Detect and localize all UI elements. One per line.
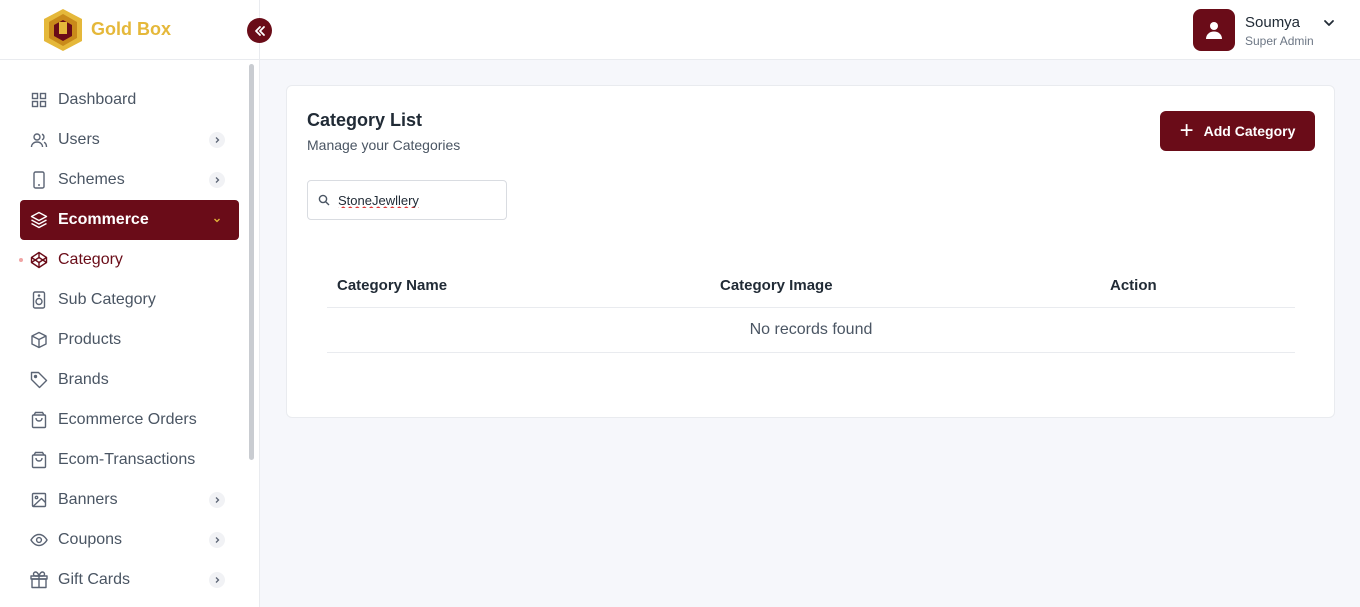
chevron-right-icon xyxy=(209,492,225,508)
speaker-icon xyxy=(30,291,48,309)
sidebar-item-schemes[interactable]: Schemes xyxy=(20,160,239,200)
image-icon xyxy=(30,491,48,509)
active-indicator-dot xyxy=(19,258,23,262)
table-header: Category Name Category Image Action xyxy=(327,266,1295,308)
sidebar: Gold Box Dashboard Users Schemes Ecommer… xyxy=(0,0,272,607)
plus-icon: + xyxy=(1179,117,1194,144)
sidebar-item-gift-cards[interactable]: Gift Cards xyxy=(20,560,239,600)
chevron-down-icon xyxy=(209,212,225,228)
gift-icon xyxy=(30,571,48,589)
search-box xyxy=(307,180,507,220)
sidebar-item-sub-category[interactable]: Sub Category xyxy=(20,280,239,320)
category-table: Category Name Category Image Action No r… xyxy=(327,266,1295,353)
sidebar-item-label: Sub Category xyxy=(58,291,156,308)
sidebar-item-products[interactable]: Products xyxy=(20,320,239,360)
column-header-category-name[interactable]: Category Name xyxy=(337,277,447,294)
chevron-right-icon xyxy=(209,172,225,188)
top-header: Soumya Super Admin xyxy=(260,0,1360,60)
sidebar-item-label: Gift Cards xyxy=(58,571,131,588)
sidebar-item-label: Ecommerce xyxy=(58,211,149,228)
sidebar-item-label: Ecom-Transactions xyxy=(58,451,196,468)
gold-box-logo[interactable] xyxy=(42,8,84,52)
chevrons-left-icon xyxy=(254,25,265,36)
search-input[interactable] xyxy=(338,192,498,208)
brand-name: Gold Box xyxy=(91,19,171,39)
user-icon xyxy=(1206,22,1222,39)
chevron-right-icon xyxy=(209,532,225,548)
sidebar-item-dashboard[interactable]: Dashboard xyxy=(20,80,239,120)
sidebar-item-category[interactable]: Category xyxy=(19,240,239,280)
grid-icon xyxy=(30,91,48,109)
sidebar-item-users[interactable]: Users xyxy=(20,120,239,160)
column-header-action: Action xyxy=(1110,277,1157,294)
sidebar-item-ecom-transactions[interactable]: Ecom-Transactions xyxy=(20,440,239,480)
sidebar-item-label: Dashboard xyxy=(58,91,137,108)
add-category-label: Add Category xyxy=(1203,123,1296,139)
sidebar-item-label: Banners xyxy=(58,491,118,508)
column-header-category-image[interactable]: Category Image xyxy=(720,277,833,294)
eye-icon xyxy=(30,531,48,549)
sidebar-item-coupons[interactable]: Coupons xyxy=(20,520,239,560)
sidebar-item-ecommerce-orders[interactable]: Ecommerce Orders xyxy=(20,400,239,440)
sidebar-item-label: Category xyxy=(58,251,123,268)
chevron-down-icon[interactable] xyxy=(1322,16,1336,30)
mobile-icon xyxy=(30,171,48,189)
sidebar-scrollbar[interactable] xyxy=(249,64,254,460)
sidebar-item-ecommerce[interactable]: Ecommerce xyxy=(20,200,239,240)
search-icon xyxy=(318,194,330,206)
page-subtitle: Manage your Categories xyxy=(307,137,461,153)
page-title: Category List xyxy=(307,110,423,130)
sidebar-menu: Dashboard Users Schemes Ecommerce Catego… xyxy=(19,80,239,600)
sidebar-item-label: Schemes xyxy=(58,171,125,188)
user-name[interactable]: Soumya xyxy=(1245,14,1300,31)
brand-header: Gold Box xyxy=(0,0,259,60)
empty-state-row: No records found xyxy=(327,308,1295,353)
category-list-card: Category List Manage your Categories + A… xyxy=(286,85,1335,418)
tag-icon xyxy=(30,371,48,389)
sidebar-item-banners[interactable]: Banners xyxy=(20,480,239,520)
sidebar-item-label: Users xyxy=(58,131,100,148)
empty-state-message: No records found xyxy=(749,321,873,338)
shopping-bag-icon xyxy=(30,411,48,429)
sidebar-item-label: Products xyxy=(58,331,122,348)
chevron-right-icon xyxy=(209,132,225,148)
shopping-bag-icon xyxy=(30,451,48,469)
collapse-sidebar-button[interactable] xyxy=(247,18,272,43)
box-icon xyxy=(30,331,48,349)
sidebar-item-label: Brands xyxy=(58,371,109,388)
user-role: Super Admin xyxy=(1245,34,1314,48)
users-icon xyxy=(30,131,48,149)
add-category-button[interactable]: + Add Category xyxy=(1160,111,1315,151)
sidebar-item-label: Ecommerce Orders xyxy=(58,411,197,428)
codepen-icon xyxy=(30,251,48,269)
chevron-right-icon xyxy=(209,572,225,588)
layers-icon xyxy=(30,211,48,229)
sidebar-item-brands[interactable]: Brands xyxy=(20,360,239,400)
avatar[interactable] xyxy=(1193,9,1235,51)
sidebar-item-label: Coupons xyxy=(58,531,123,548)
